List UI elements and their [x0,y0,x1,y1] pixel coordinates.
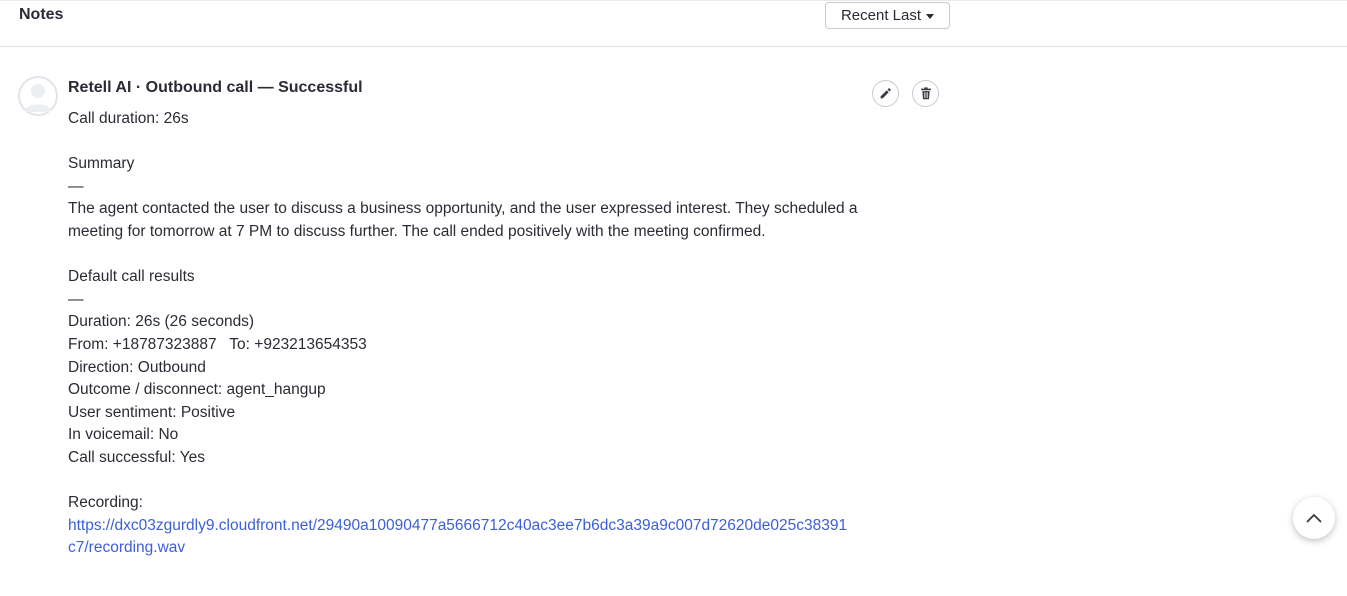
result-outcome: Outcome / disconnect: agent_hangup [68,381,326,399]
pencil-icon [880,88,891,99]
note-title: Retell AI · Outbound call — Successful [68,79,363,96]
summary-text: The agent contacted the user to discuss … [68,200,858,240]
result-direction: Direction: Outbound [68,358,206,376]
sort-dropdown-button[interactable]: Recent Last [825,2,950,29]
notes-panel: Notes Recent Last Retell AI · Outbound c… [0,0,1347,596]
chevron-up-icon [1306,514,1322,523]
notes-title: Notes [19,6,64,23]
results-heading: Default call results [68,268,195,286]
summary-rule: — [68,177,84,195]
edit-note-button[interactable] [872,80,899,107]
note-body: Call duration: 26s Summary — The agent c… [68,108,858,560]
scroll-to-top-button[interactable] [1293,497,1335,539]
recording-link[interactable]: https://dxc03zgurdly9.cloudfront.net/294… [68,515,848,560]
result-phone-numbers: From: +18787323887 To: +923213654353 [68,335,367,353]
result-duration: Duration: 26s (26 seconds) [68,313,255,331]
result-sentiment: User sentiment: Positive [68,403,236,421]
results-rule: — [68,290,84,308]
call-duration: Call duration: 26s [68,110,189,127]
trash-icon [920,87,931,100]
caret-down-icon [926,14,935,19]
result-voicemail: In voicemail: No [68,426,179,444]
delete-note-button[interactable] [912,80,939,107]
notes-header: Notes Recent Last [0,0,1347,47]
user-avatar-icon [18,76,58,116]
recording-label: Recording: [68,494,143,512]
summary-heading: Summary [68,155,135,173]
result-call-successful: Call successful: Yes [68,448,205,466]
sort-label: Recent Last [840,7,922,24]
